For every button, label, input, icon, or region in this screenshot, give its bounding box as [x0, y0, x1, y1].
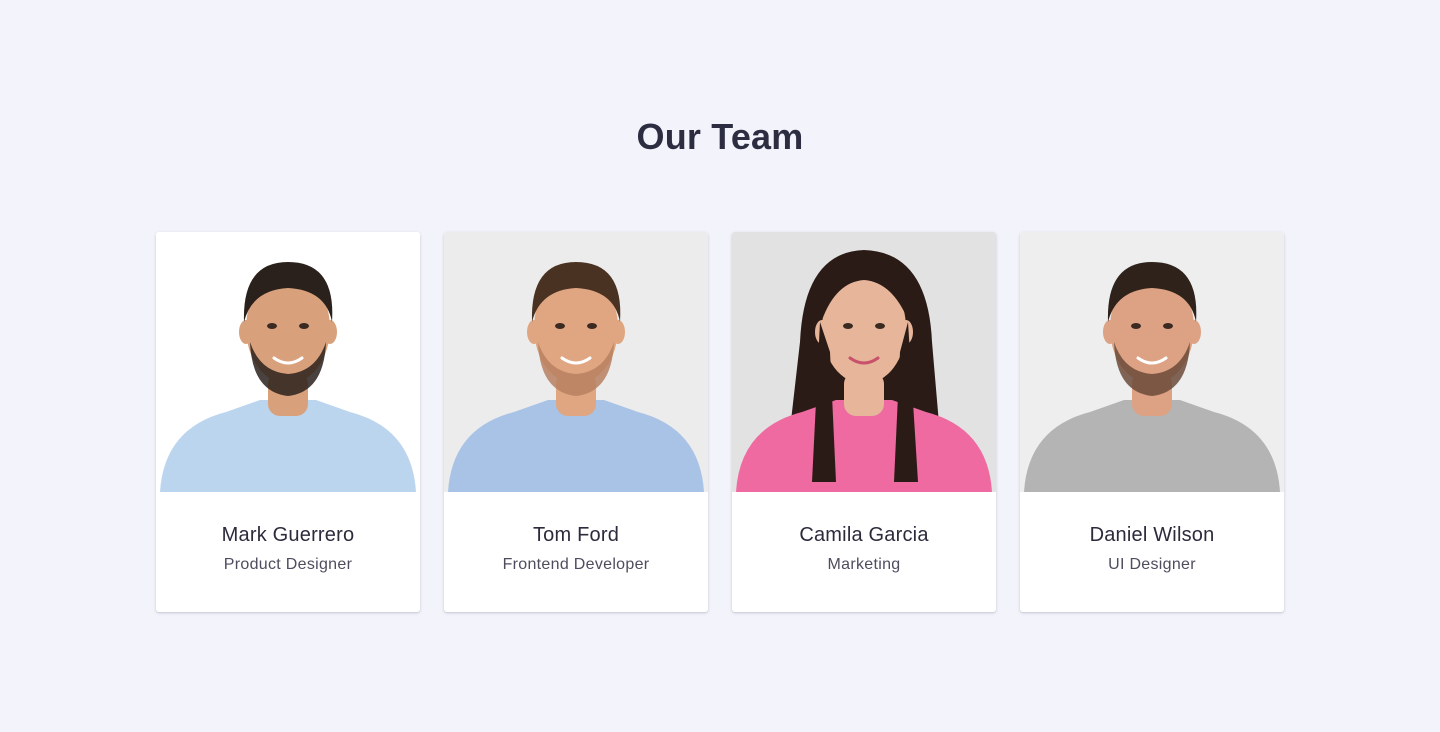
eye-right: [587, 323, 597, 329]
ear-left: [527, 320, 541, 344]
team-card-tom-ford[interactable]: Tom Ford Frontend Developer: [444, 232, 708, 612]
member-photo: [1020, 232, 1284, 492]
team-card-mark-guerrero[interactable]: Mark Guerrero Product Designer: [156, 232, 420, 612]
ear-right: [1187, 320, 1201, 344]
member-role: Marketing: [827, 556, 901, 573]
ear-right: [611, 320, 625, 344]
portrait-image: [444, 232, 708, 492]
member-role: Frontend Developer: [502, 556, 650, 573]
eye-right: [875, 323, 885, 329]
eye-left: [843, 323, 853, 329]
member-role: UI Designer: [1108, 556, 1196, 573]
portrait-image: [1020, 232, 1284, 492]
member-info: Camila Garcia Marketing: [732, 492, 996, 612]
member-info: Tom Ford Frontend Developer: [444, 492, 708, 612]
member-name: Tom Ford: [532, 524, 620, 546]
section-title: Our Team: [636, 116, 804, 157]
member-name: Daniel Wilson: [1089, 524, 1215, 546]
ear-right: [323, 320, 337, 344]
portrait-image: [156, 232, 420, 492]
ear-left: [239, 320, 253, 344]
eye-right: [299, 323, 309, 329]
member-role: Product Designer: [223, 556, 353, 573]
member-photo: [444, 232, 708, 492]
member-photo: [732, 232, 996, 492]
team-card-camila-garcia[interactable]: Camila Garcia Marketing: [732, 232, 996, 612]
eye-right: [1163, 323, 1173, 329]
member-name: Camila Garcia: [799, 524, 929, 546]
member-photo: [156, 232, 420, 492]
team-section: Our Team Mark Guerrero Product Designer …: [0, 0, 1440, 732]
portrait-image: [732, 232, 996, 492]
member-info: Mark Guerrero Product Designer: [156, 492, 420, 612]
eye-left: [1131, 323, 1141, 329]
member-info: Daniel Wilson UI Designer: [1020, 492, 1284, 612]
ear-left: [1103, 320, 1117, 344]
team-card-daniel-wilson[interactable]: Daniel Wilson UI Designer: [1020, 232, 1284, 612]
team-grid: Mark Guerrero Product Designer Tom Ford …: [156, 232, 1284, 612]
eye-left: [267, 323, 277, 329]
eye-left: [555, 323, 565, 329]
member-name: Mark Guerrero: [221, 524, 355, 546]
